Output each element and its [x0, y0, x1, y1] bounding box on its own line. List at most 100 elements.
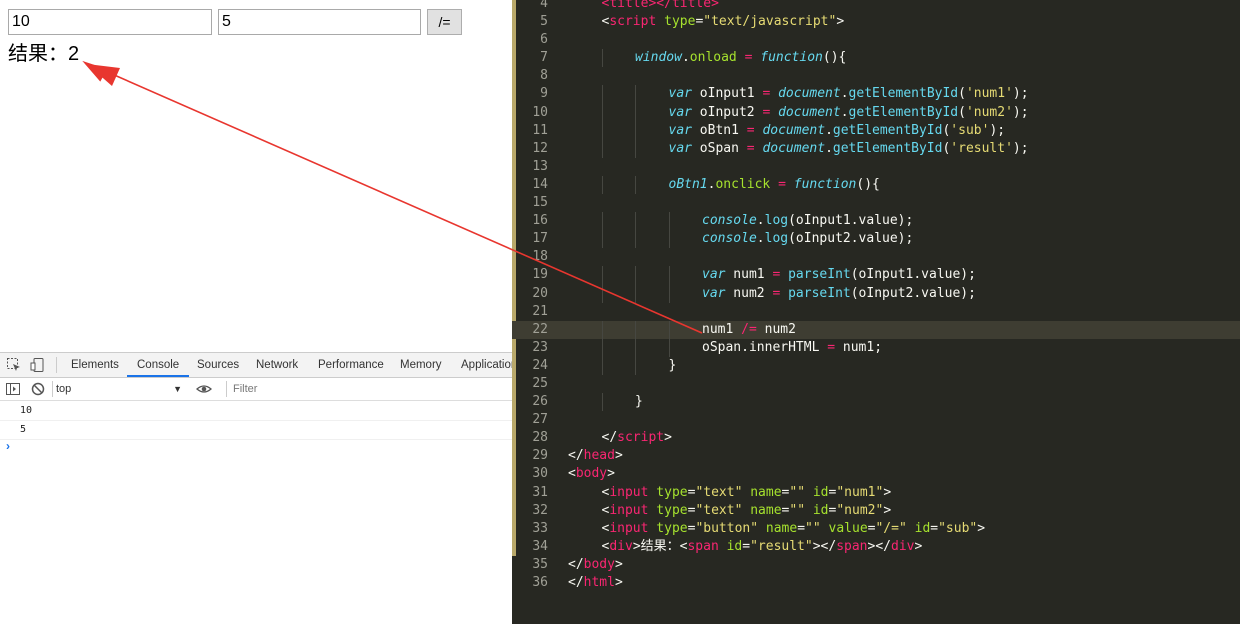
devtools-panel: Elements Console Sources Network Perform… — [0, 352, 512, 624]
tab-application[interactable]: Application — [461, 353, 512, 377]
code-text: oBtn1.onclick = function(){ — [668, 176, 880, 192]
code-line[interactable]: 12 var oSpan = document.getElementById('r… — [512, 139, 1240, 158]
device-toolbar-icon[interactable] — [30, 357, 46, 373]
code-line[interactable]: 20 var num2 = parseInt(oInput2.value); — [512, 284, 1240, 303]
num2-input[interactable] — [218, 9, 421, 35]
tab-sources[interactable]: Sources — [197, 353, 239, 377]
code-line[interactable]: 13 — [512, 158, 1240, 176]
code-line[interactable]: 36 </html> — [512, 574, 1240, 592]
code-line[interactable]: 19 var num1 = parseInt(oInput1.value); — [512, 266, 1240, 285]
indent-guide — [635, 320, 636, 339]
code-line[interactable]: 22 num1 /= num2 — [512, 320, 1240, 339]
num1-input[interactable] — [8, 9, 212, 35]
line-number: 9 — [540, 86, 548, 102]
line-number: 6 — [540, 32, 548, 48]
tab-network[interactable]: Network — [256, 353, 298, 377]
code-line[interactable]: 28 </script> — [512, 429, 1240, 447]
clear-console-icon[interactable] — [30, 381, 46, 397]
code-line[interactable]: 17 console.log(oInput2.value); — [512, 230, 1240, 249]
tab-console[interactable]: Console — [127, 353, 190, 377]
code-text: </html> — [568, 575, 623, 590]
console-log-line: 5 — [0, 421, 512, 440]
code-text: var oInput1 = document.getElementById('n… — [668, 86, 1029, 102]
code-line[interactable]: 33 <input type="button" name="" value="/=… — [512, 520, 1240, 538]
code-line[interactable]: 9 var oInput1 = document.getElementById('… — [512, 85, 1240, 104]
console-prompt[interactable]: › — [6, 439, 10, 453]
code-line[interactable]: 16 console.log(oInput1.value); — [512, 212, 1240, 231]
code-line[interactable]: 8 — [512, 67, 1240, 85]
code-editor[interactable]: 4 <title></title> 5 <script type="text/java… — [512, 0, 1240, 624]
code-line[interactable]: 15 — [512, 194, 1240, 212]
code-line[interactable]: 32 <input type="text" name="" id="num2"> — [512, 502, 1240, 520]
console-filter-input[interactable]: Filter — [226, 381, 512, 397]
indent-guide — [668, 320, 670, 339]
code-line[interactable]: 11 var oBtn1 = document.getElementById('s… — [512, 121, 1240, 140]
tab-elements[interactable]: Elements — [71, 353, 119, 377]
line-number: 19 — [532, 267, 548, 283]
code-line[interactable]: 18 — [512, 248, 1240, 266]
indent-guide — [601, 320, 603, 339]
code-text: oSpan.innerHTML = num1; — [702, 339, 883, 355]
tab-performance[interactable]: Performance — [318, 353, 384, 377]
indent-guide — [635, 266, 636, 285]
code-line[interactable]: 6 — [512, 31, 1240, 49]
code-text: <title></title> — [601, 0, 719, 11]
code-text: </head> — [568, 448, 623, 464]
code-line[interactable]: 34 <div>结果：<span id="result"></span></div… — [512, 538, 1240, 556]
tab-memory[interactable]: Memory — [400, 353, 442, 377]
line-number: 36 — [532, 575, 548, 590]
code-line[interactable]: 21 — [512, 303, 1240, 321]
line-number: 15 — [532, 195, 548, 211]
line-number: 4 — [540, 0, 548, 11]
code-line[interactable]: 26} — [512, 393, 1240, 412]
code-line[interactable]: 24} — [512, 356, 1240, 375]
indent-guide — [601, 49, 603, 68]
browser-viewport: /= 结果：2 Elements Console Sources Network… — [0, 0, 512, 624]
line-number: 35 — [532, 556, 548, 572]
code-lines: 4 <title></title> 5 <script type="text/java… — [512, 0, 1240, 592]
line-number: 14 — [532, 176, 548, 192]
inspect-element-icon[interactable] — [6, 357, 22, 373]
indent-guide — [601, 266, 603, 285]
indent-guide — [668, 284, 670, 303]
live-expression-eye-icon[interactable] — [196, 381, 212, 397]
divide-assign-button[interactable]: /= — [427, 9, 462, 35]
code-line[interactable]: 27 — [512, 411, 1240, 429]
context-select[interactable]: top ▼ — [56, 381, 186, 397]
code-text: window.onload = function(){ — [635, 50, 847, 66]
sidebar-toggle-icon[interactable] — [5, 381, 21, 397]
code-line[interactable]: 30 <body> — [512, 465, 1240, 483]
code-line[interactable]: 10 var oInput2 = document.getElementById(… — [512, 103, 1240, 122]
line-number: 8 — [540, 68, 548, 84]
code-text: <input type="text" name="" id="num2"> — [601, 502, 892, 518]
code-line[interactable]: 7 window.onload = function(){ — [512, 49, 1240, 68]
line-number: 26 — [532, 394, 548, 410]
code-line[interactable]: 5 <script type="text/javascript"> — [512, 13, 1240, 31]
line-number: 11 — [532, 122, 548, 138]
code-line[interactable]: 31 <input type="text" name="" id="num1"> — [512, 484, 1240, 502]
indent-guide — [635, 356, 636, 375]
devtools-tab-bar: Elements Console Sources Network Perform… — [0, 353, 512, 378]
code-text: <div>结果：<span id="result"></span></div> — [601, 538, 923, 554]
line-number: 7 — [540, 50, 548, 66]
code-text: </body> — [568, 556, 623, 572]
code-line[interactable]: 29 </head> — [512, 447, 1240, 465]
indent-guide — [601, 85, 603, 104]
code-line[interactable]: 14 oBtn1.onclick = function(){ — [512, 175, 1240, 195]
line-number: 33 — [532, 520, 548, 536]
code-line[interactable]: 25 — [512, 375, 1240, 393]
indent-guide — [601, 338, 603, 357]
indent-guide — [635, 230, 636, 249]
indent-guide — [601, 356, 603, 375]
indent-guide — [635, 103, 636, 122]
code-text: <script type="text/javascript"> — [601, 14, 845, 30]
code-line[interactable]: 35 </body> — [512, 556, 1240, 574]
line-number: 13 — [532, 158, 548, 174]
line-number: 20 — [532, 285, 548, 301]
code-line[interactable]: 4 <title></title> — [512, 0, 1240, 13]
toolbar-divider — [52, 381, 53, 397]
line-number: 22 — [532, 321, 548, 337]
code-line[interactable]: 23 oSpan.innerHTML = num1; — [512, 338, 1240, 357]
line-number: 5 — [540, 14, 548, 30]
line-number: 21 — [532, 303, 548, 319]
